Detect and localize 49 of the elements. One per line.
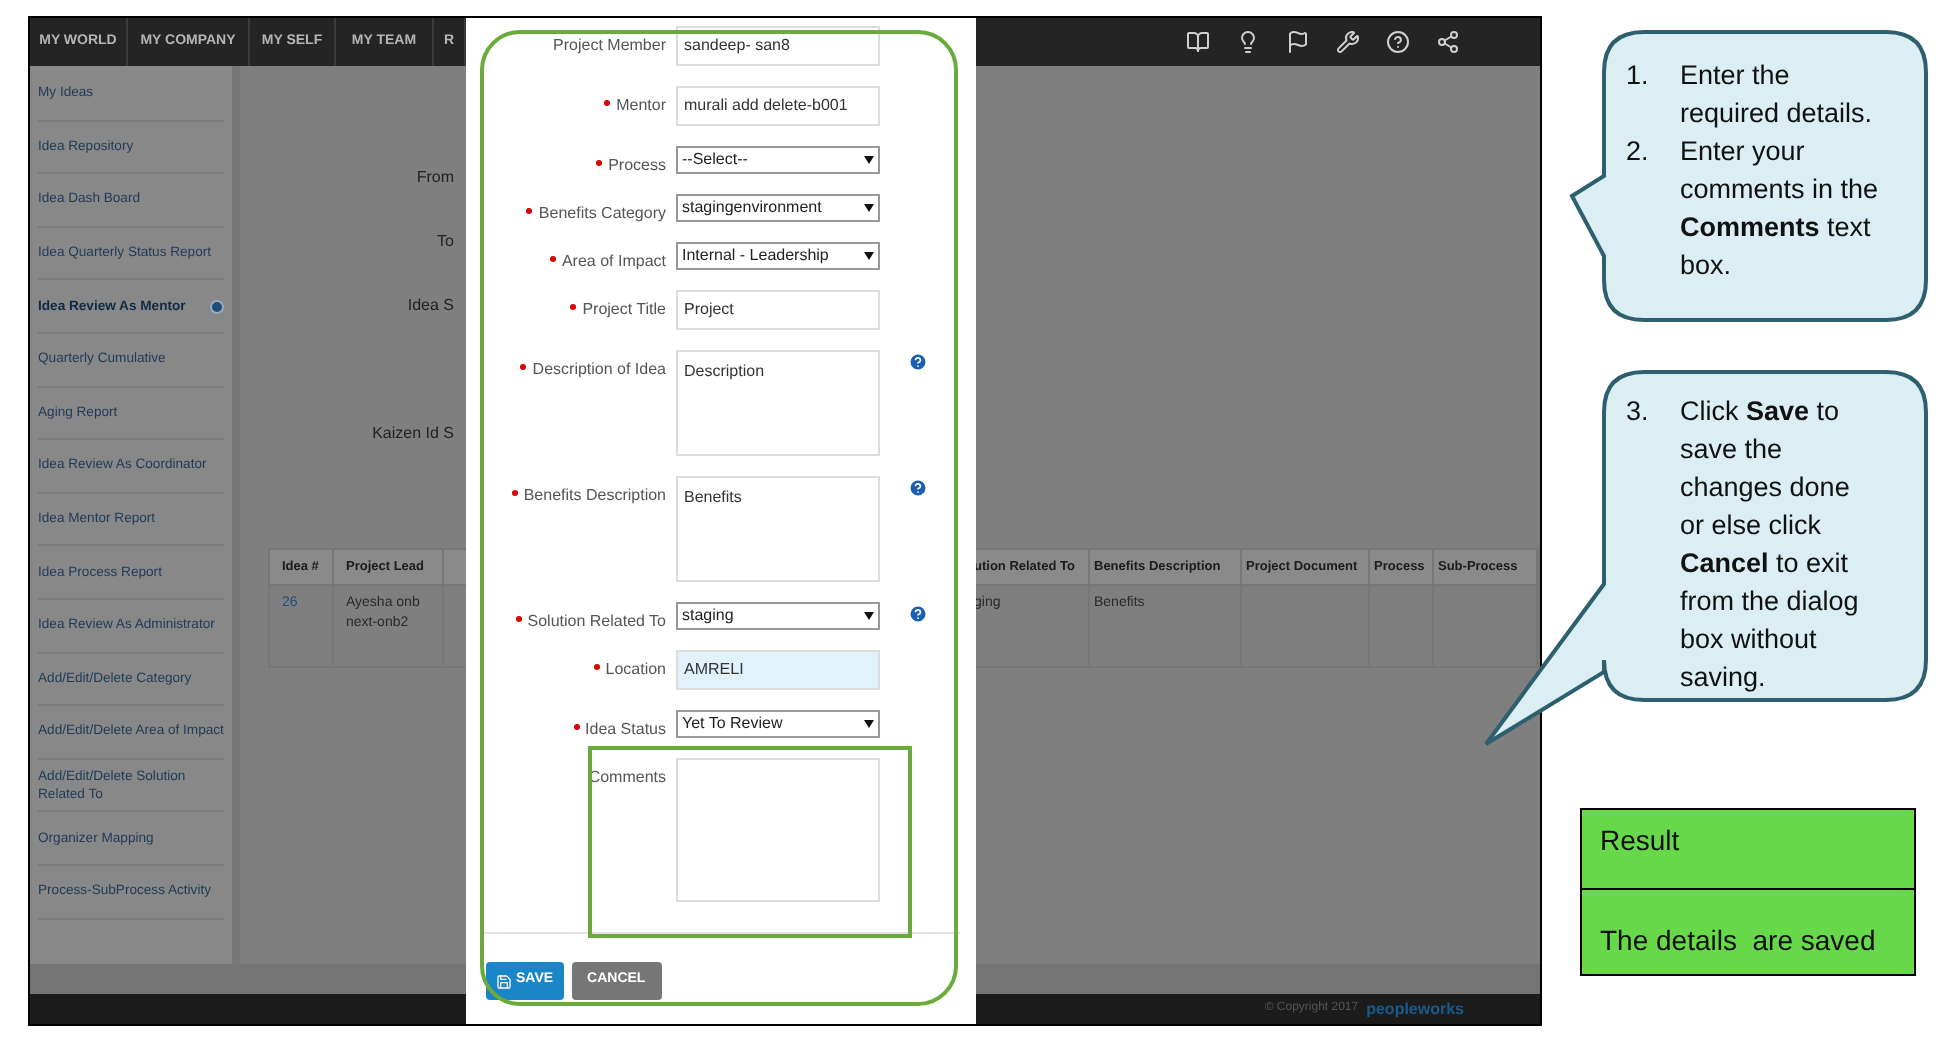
step-number: 2. [1626, 134, 1651, 170]
filter-label: Kaizen Id S [372, 422, 454, 446]
dropdown[interactable]: --Select-- [676, 146, 880, 174]
field-label: Project Member [553, 34, 666, 58]
lightbulb-icon[interactable] [1236, 30, 1260, 54]
field-label: Location [593, 658, 666, 682]
step-text: Enter your comments in the Comments text box. [1680, 134, 1880, 284]
step-number: 1. [1626, 58, 1651, 94]
share-icon[interactable] [1436, 30, 1460, 54]
result-heading: Result [1600, 824, 1680, 856]
field-label: Idea Status [573, 718, 666, 742]
dropdown-arrow-icon [864, 204, 874, 212]
field-label: Benefits Category [526, 202, 666, 226]
text-field[interactable]: Project [676, 290, 880, 330]
field-label: Benefits Description [511, 484, 666, 508]
dropdown-arrow-icon [864, 720, 874, 728]
step-text: Enter the required details. [1680, 58, 1875, 132]
step-text: Click Save to save the changes done or else click Cancel to exit from the dialog box without saving. [1680, 394, 1861, 696]
wrench-icon[interactable] [1336, 30, 1360, 54]
field-label: Process [596, 154, 666, 178]
save-icon [496, 973, 512, 989]
dropdown-arrow-icon [864, 612, 874, 620]
field-label: Area of Impact [549, 250, 666, 274]
dropdown-arrow-icon [864, 156, 874, 164]
dropdown[interactable]: staging [676, 602, 880, 630]
logo: peopleworks [1366, 997, 1464, 1021]
filter-label: From [416, 166, 454, 190]
field-label: Description of Idea [520, 358, 666, 382]
filter-label: Idea S [407, 294, 454, 318]
field-label: Comments [588, 766, 666, 790]
comments-field[interactable] [676, 758, 880, 902]
text-field[interactable]: murali add delete-b001 [676, 86, 880, 126]
step-number: 3. [1626, 394, 1651, 430]
flag-icon[interactable] [1286, 30, 1310, 54]
dropdown[interactable]: Yet To Review [676, 710, 880, 738]
text-field[interactable]: sandeep- san8 [676, 26, 880, 66]
field-label: Project Title [570, 298, 666, 322]
help-icon[interactable] [1386, 30, 1410, 54]
text-area[interactable]: Benefits [676, 476, 880, 582]
dropdown[interactable]: Internal - Leadership [676, 242, 880, 270]
book-icon[interactable] [1186, 30, 1210, 54]
dropdown-arrow-icon [864, 252, 874, 260]
text-area[interactable]: Description [676, 350, 880, 456]
filter-label: To [437, 230, 454, 254]
text-field[interactable]: AMRELI [676, 650, 880, 690]
field-label: Solution Related To [515, 610, 666, 634]
dropdown[interactable]: stagingenvironment [676, 194, 880, 222]
field-label: Mentor [604, 94, 666, 118]
result-text: The details are saved [1600, 924, 1876, 956]
